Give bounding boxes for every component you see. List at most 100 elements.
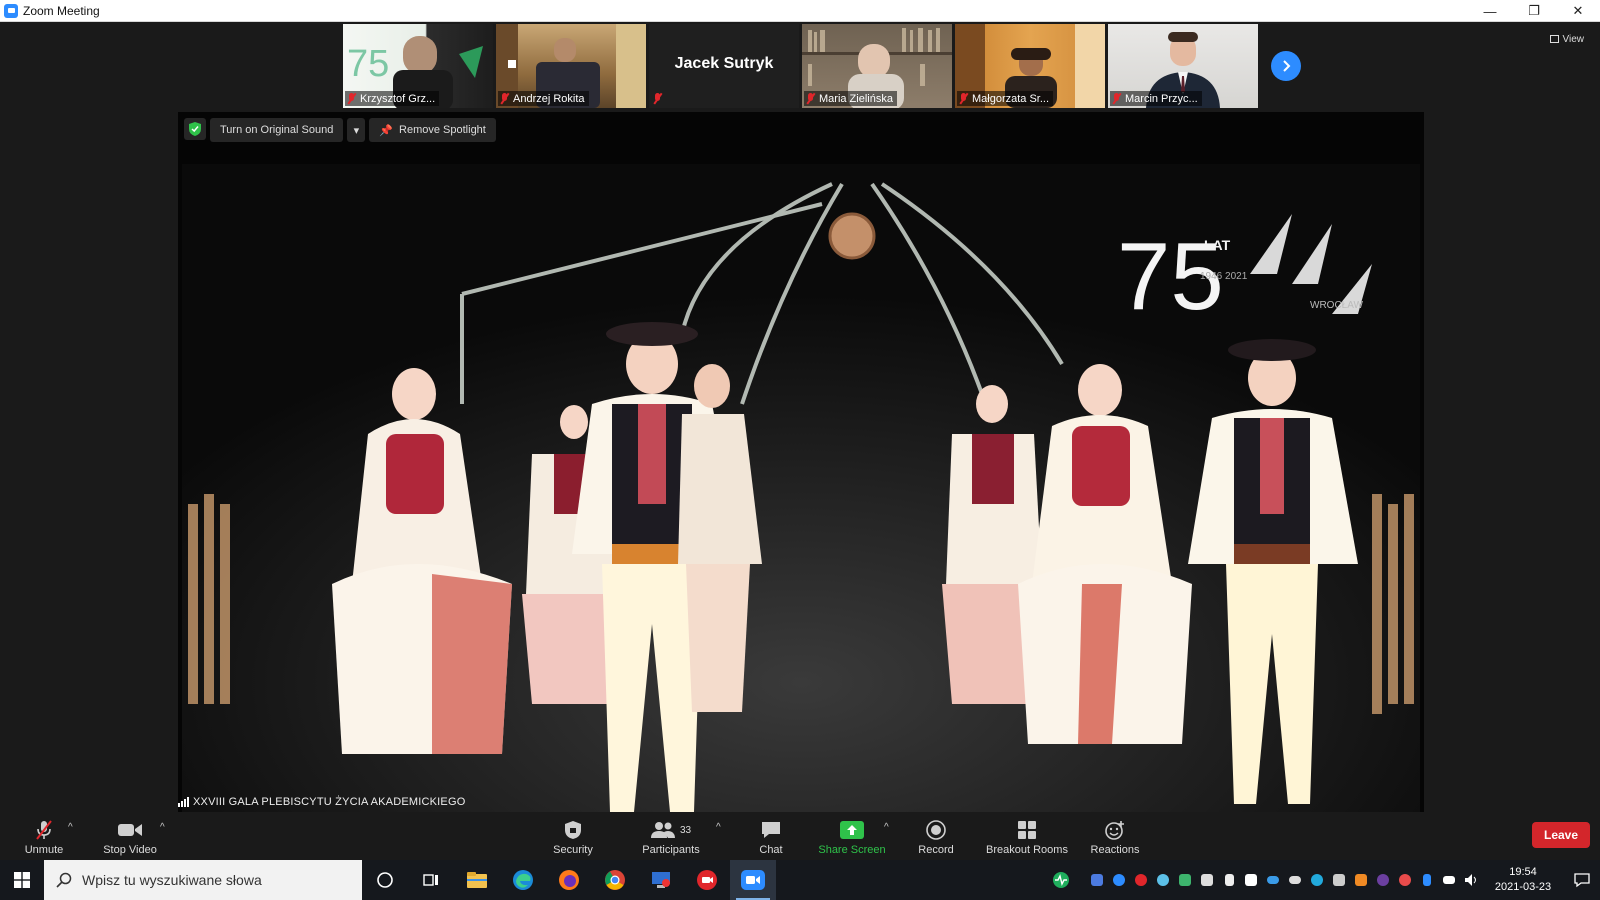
- tray-pen-icon[interactable]: [1174, 860, 1196, 900]
- chat-button[interactable]: Chat: [756, 814, 786, 860]
- tray-defender-icon[interactable]: [1240, 860, 1262, 900]
- task-view-icon[interactable]: [408, 860, 454, 900]
- participant-tile[interactable]: 75 Krzysztof Grz...: [343, 24, 493, 108]
- tray-flower-icon[interactable]: [1394, 860, 1416, 900]
- meeting-toolbar: Unmute ^ Stop Video ^ Security 33 Partic…: [0, 814, 1600, 860]
- window-title-bar: Zoom Meeting — ❐ ✕: [0, 0, 1600, 22]
- taskbar-clock[interactable]: 19:54 2021-03-23: [1488, 865, 1558, 895]
- tray-display-icon[interactable]: [1196, 860, 1218, 900]
- chevron-down-icon[interactable]: ▾: [347, 118, 366, 142]
- cortana-icon[interactable]: [362, 860, 408, 900]
- chevron-up-icon[interactable]: ^: [160, 822, 165, 833]
- tray-purple-icon[interactable]: [1372, 860, 1394, 900]
- leave-button[interactable]: Leave: [1532, 822, 1590, 848]
- unmute-button[interactable]: Unmute: [20, 814, 68, 860]
- chat-bubble-icon: [760, 818, 782, 842]
- share-screen-button[interactable]: Share Screen: [818, 814, 886, 860]
- participant-strip: 75 Krzysztof Grz... Andrzej Rokita Jacek…: [343, 24, 1258, 108]
- tray-orange-icon[interactable]: [1350, 860, 1372, 900]
- shield-icon[interactable]: [184, 118, 206, 140]
- notification-icon[interactable]: [1564, 860, 1600, 900]
- window-title: Zoom Meeting: [23, 3, 100, 18]
- logo-lat: LAT: [1204, 237, 1231, 253]
- minimize-button[interactable]: —: [1468, 0, 1512, 22]
- smiley-plus-icon: [1104, 818, 1126, 842]
- signal-strength-icon: [178, 797, 189, 807]
- heartbeat-icon[interactable]: [1050, 860, 1072, 900]
- taskbar-search-input[interactable]: Wpisz tu wyszukiwane słowa: [44, 860, 362, 900]
- video-caption: XXVIII GALA PLEBISCYTU ŻYCIA AKADEMICKIE…: [178, 796, 466, 808]
- window-controls: — ❐ ✕: [1468, 0, 1600, 22]
- participant-tile[interactable]: Małgorzata Sr...: [955, 24, 1105, 108]
- participant-tile[interactable]: Andrzej Rokita: [496, 24, 646, 108]
- participant-tile[interactable]: Jacek Sutryk: [649, 24, 799, 108]
- tray-zoom-icon[interactable]: [1108, 860, 1130, 900]
- logo-years: 1946 2021: [1200, 271, 1248, 282]
- muted-mic-icon: [806, 93, 815, 104]
- windows-start-icon[interactable]: [0, 860, 44, 900]
- participant-name-label: Krzysztof Grz...: [345, 91, 440, 106]
- tray-sync-icon[interactable]: [1306, 860, 1328, 900]
- muted-mic-icon: [347, 93, 356, 104]
- bluetooth-icon[interactable]: [1416, 860, 1438, 900]
- remote-desktop-icon[interactable]: [638, 860, 684, 900]
- shared-video-frame: 75 LAT 1946 2021 WROCŁAW: [182, 164, 1420, 812]
- muted-mic-icon: [33, 818, 55, 842]
- grid-view-icon: [1549, 35, 1559, 43]
- close-button[interactable]: ✕: [1556, 0, 1600, 22]
- breakout-rooms-icon: [1017, 818, 1037, 842]
- zoom-red-icon[interactable]: [684, 860, 730, 900]
- volume-icon[interactable]: [1460, 860, 1482, 900]
- pin-icon: 📌: [379, 124, 394, 137]
- participant-tile[interactable]: Marcin Przyc...: [1108, 24, 1258, 108]
- search-icon: [56, 872, 72, 888]
- tray-device-icon[interactable]: [1218, 860, 1240, 900]
- record-button[interactable]: Record: [916, 814, 956, 860]
- tray-app-icon[interactable]: [1086, 860, 1108, 900]
- zoom-app-icon: [4, 3, 18, 18]
- zoom-icon[interactable]: [730, 860, 776, 900]
- battery-icon[interactable]: [1438, 860, 1460, 900]
- chevron-up-icon[interactable]: ^: [68, 822, 73, 833]
- restore-button[interactable]: ❐: [1512, 0, 1556, 22]
- spotlight-video: 75 LAT 1946 2021 WROCŁAW Turn on Origina…: [178, 112, 1424, 812]
- reactions-button[interactable]: Reactions: [1088, 814, 1142, 860]
- chevron-right-icon[interactable]: [1271, 51, 1301, 81]
- edge-icon[interactable]: [500, 860, 546, 900]
- participants-count: 33: [679, 824, 692, 836]
- chevron-up-icon[interactable]: ^: [716, 822, 721, 833]
- muted-mic-icon: [1112, 93, 1121, 104]
- chevron-up-icon[interactable]: ^: [884, 822, 889, 833]
- participant-name-display: Jacek Sutryk: [674, 55, 774, 72]
- tray-red-icon[interactable]: [1130, 860, 1152, 900]
- participants-icon: 33: [650, 818, 692, 842]
- firefox-icon[interactable]: [546, 860, 592, 900]
- security-button[interactable]: Security: [548, 814, 598, 860]
- participants-button[interactable]: 33 Participants: [638, 814, 704, 860]
- participant-name-label: Maria Zielińska: [804, 91, 897, 106]
- participant-name-label: Marcin Przyc...: [1110, 91, 1202, 106]
- breakout-rooms-button[interactable]: Breakout Rooms: [982, 814, 1072, 860]
- stop-video-button[interactable]: Stop Video: [98, 814, 162, 860]
- svg-text:75: 75: [347, 43, 389, 85]
- video-camera-icon: [117, 818, 143, 842]
- cloud-icon[interactable]: [1284, 860, 1306, 900]
- muted-mic-icon: [500, 93, 509, 104]
- onedrive-icon[interactable]: [1262, 860, 1284, 900]
- tray-network-share-icon[interactable]: [1328, 860, 1350, 900]
- remove-spotlight-button[interactable]: 📌 Remove Spotlight: [369, 118, 496, 142]
- system-tray: 19:54 2021-03-23: [1050, 860, 1600, 900]
- spotlight-controls: Turn on Original Sound ▾ 📌 Remove Spotli…: [184, 118, 496, 142]
- folk-dancers-image: 75 LAT 1946 2021 WROCŁAW: [182, 164, 1420, 812]
- shield-icon: [564, 818, 582, 842]
- logo-city: WROCŁAW: [1310, 300, 1364, 311]
- tray-globe-icon[interactable]: [1152, 860, 1174, 900]
- share-screen-icon: [840, 818, 864, 842]
- record-icon: [926, 818, 946, 842]
- participant-name-label: Małgorzata Sr...: [957, 91, 1054, 106]
- chrome-icon[interactable]: [592, 860, 638, 900]
- file-explorer-icon[interactable]: [454, 860, 500, 900]
- participant-tile[interactable]: Maria Zielińska: [802, 24, 952, 108]
- view-button[interactable]: View: [1549, 30, 1584, 48]
- original-sound-button[interactable]: Turn on Original Sound: [210, 118, 344, 142]
